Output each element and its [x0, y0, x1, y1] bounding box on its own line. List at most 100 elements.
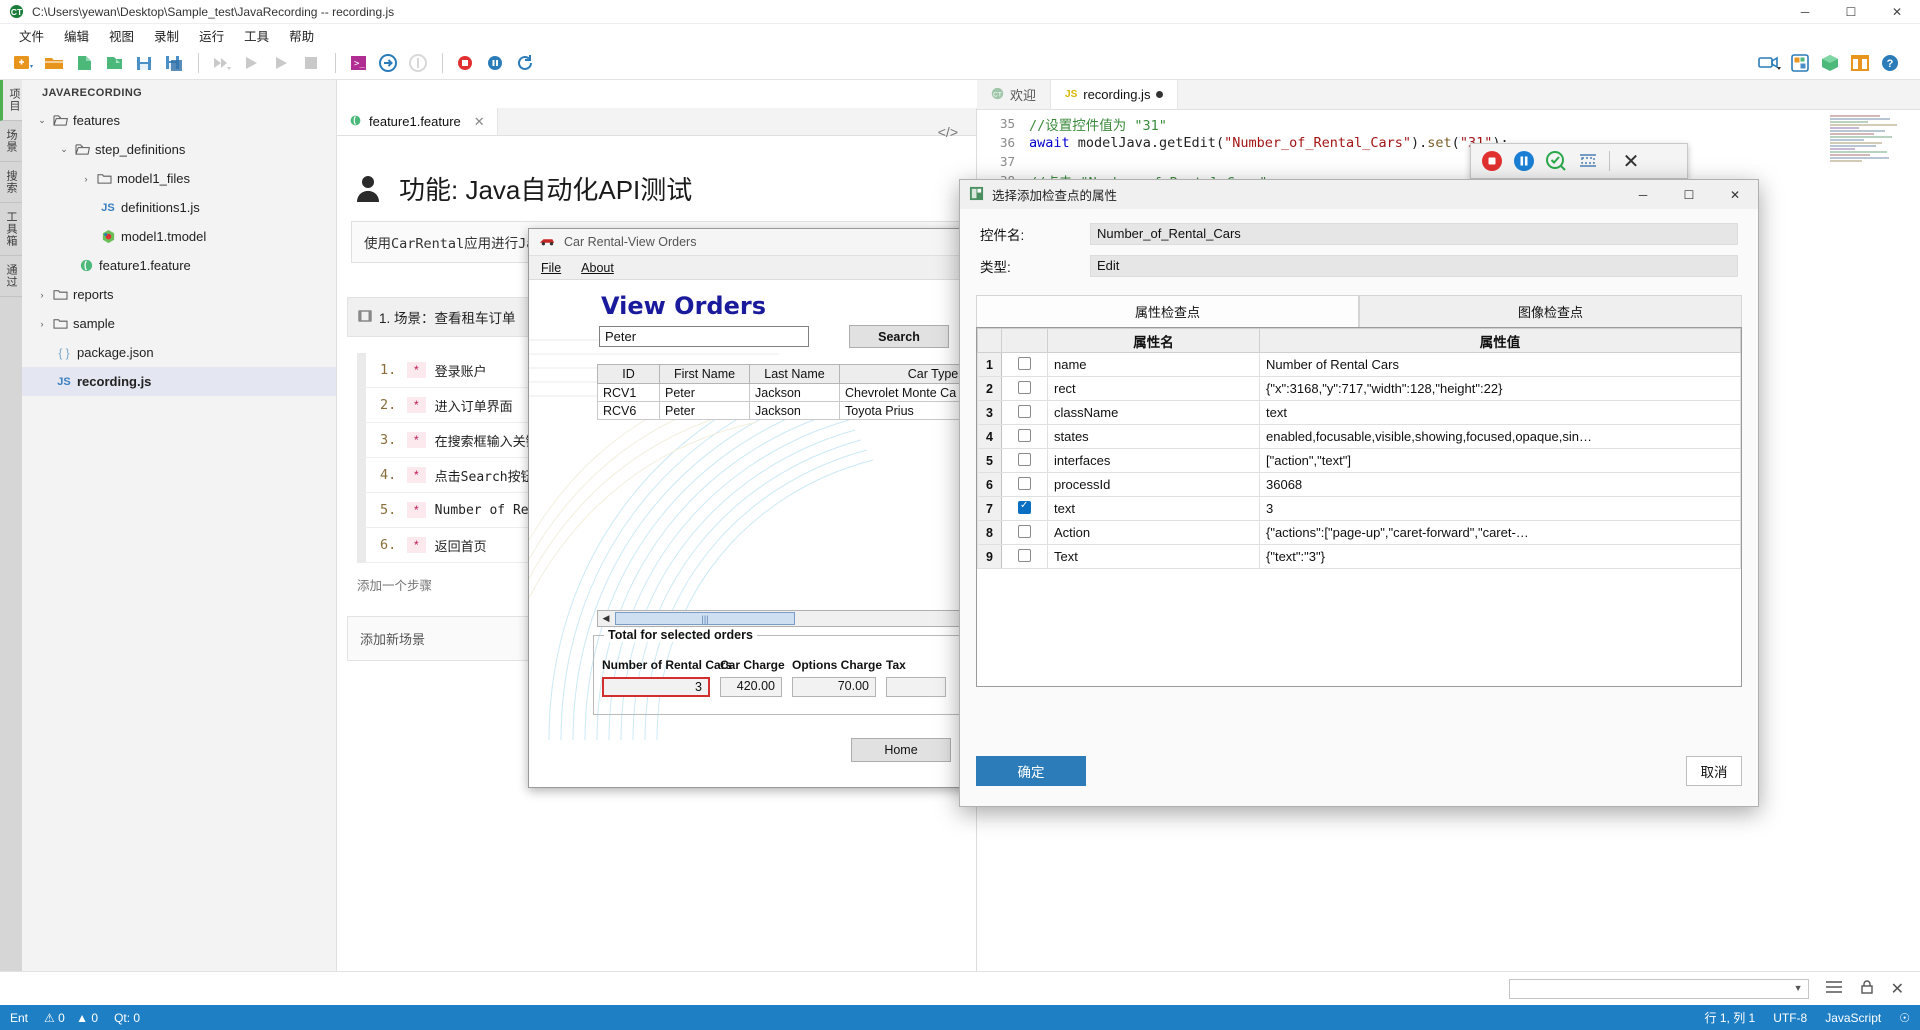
tab-image-checkpoint[interactable]: 图像检查点 [1359, 295, 1742, 327]
row-checkbox-cell[interactable] [1001, 520, 1048, 545]
code-lines[interactable]: 35 //设置控件值为 "31" 36 await modelJava.getE… [977, 110, 1920, 191]
object-spy-icon[interactable] [1786, 49, 1814, 77]
new-file-icon[interactable] [70, 49, 98, 77]
code-minimap[interactable] [1830, 114, 1914, 194]
car-menu-about[interactable]: About [581, 261, 614, 275]
field-value[interactable]: 3 [602, 677, 710, 697]
close-button[interactable]: ✕ [1874, 0, 1920, 24]
menu-view[interactable]: 视图 [100, 24, 143, 47]
checkbox-icon[interactable] [1018, 428, 1031, 442]
tree-item-feature1-feature[interactable]: feature1.feature [22, 251, 336, 280]
menu-tools[interactable]: 工具 [235, 24, 278, 47]
ok-button[interactable]: 确定 [976, 756, 1086, 786]
cancel-button[interactable]: 取消 [1686, 756, 1742, 786]
stop-record-icon[interactable] [1481, 150, 1503, 172]
open-file-icon[interactable] [100, 49, 128, 77]
save-icon[interactable] [130, 49, 158, 77]
tab-welcome[interactable]: CT 欢迎 [977, 80, 1052, 109]
menu-record[interactable]: 录制 [145, 24, 188, 47]
chevron-down-icon[interactable]: ⌄ [56, 144, 72, 155]
new-project-icon[interactable] [10, 49, 38, 77]
tree-item-model1-files[interactable]: › model1_files [22, 164, 336, 193]
step-into-icon[interactable] [374, 49, 402, 77]
car-menu-file[interactable]: File [541, 261, 561, 275]
scrollbar-thumb[interactable]: ||| [615, 612, 795, 625]
list-view-icon[interactable] [1825, 980, 1843, 997]
view-source-icon[interactable]: </> [938, 124, 958, 140]
chevron-right-icon[interactable]: › [78, 174, 94, 184]
pause-record-icon[interactable] [1513, 150, 1535, 172]
checkbox-icon[interactable] [1018, 524, 1031, 538]
tree-item-reports[interactable]: › reports [22, 280, 336, 309]
file-encoding[interactable]: UTF-8 [1773, 1011, 1807, 1025]
run-icon[interactable] [237, 49, 265, 77]
property-checkpoint-dialog[interactable]: 选择添加检查点的属性 ─ ☐ ✕ 控件名: Number_of_Rental_C… [959, 179, 1759, 807]
activity-tab-pass[interactable]: 通过 [0, 256, 22, 297]
lock-icon[interactable] [1859, 979, 1875, 998]
tab-property-checkpoint[interactable]: 属性检查点 [976, 295, 1359, 327]
language-mode[interactable]: JavaScript [1825, 1011, 1881, 1025]
row-checkbox-cell[interactable] [1001, 448, 1048, 473]
search-input[interactable] [599, 326, 809, 347]
tree-item-definitions1-js[interactable]: JS definitions1.js [22, 193, 336, 222]
row-checkbox-cell[interactable] [1001, 424, 1048, 449]
settings-circle-icon[interactable] [404, 49, 432, 77]
chevron-down-icon[interactable]: ▼ [1794, 983, 1803, 993]
minimize-button[interactable]: ─ [1782, 0, 1828, 24]
package-cube-icon[interactable] [1816, 49, 1844, 77]
close-icon[interactable]: ✕ [474, 114, 485, 130]
run-fast-icon[interactable] [207, 49, 235, 77]
debug-run-icon[interactable] [267, 49, 295, 77]
dialog-maximize-button[interactable]: ☐ [1666, 180, 1712, 209]
dialog-close-button[interactable]: ✕ [1712, 180, 1758, 209]
terminal-icon[interactable]: >_ [344, 49, 372, 77]
checkbox-icon[interactable] [1018, 548, 1031, 562]
record-stop-red-icon[interactable] [451, 49, 479, 77]
type-value[interactable]: Edit [1090, 255, 1738, 277]
row-checkbox-cell[interactable] [1001, 376, 1048, 401]
tab-feature1-feature[interactable]: feature1.feature ✕ [337, 108, 498, 135]
layout-panels-icon[interactable] [1846, 49, 1874, 77]
activity-tab-search[interactable]: 搜索 [0, 162, 22, 203]
properties-table-wrapper[interactable]: 属性名 属性值 1 name Number of Rental Cars 2 r… [976, 327, 1742, 687]
home-button[interactable]: Home [851, 738, 951, 762]
notifications-icon[interactable]: ☉ [1899, 1011, 1910, 1025]
help-icon[interactable]: ? [1876, 49, 1904, 77]
chevron-down-icon[interactable]: ⌄ [34, 115, 50, 126]
row-checkbox-cell[interactable] [1001, 352, 1048, 377]
field-value[interactable]: 70.00 [792, 677, 876, 697]
chevron-right-icon[interactable]: › [34, 290, 50, 300]
errors-indicator[interactable]: ⚠ 0 ▲ 0 [44, 1011, 98, 1025]
insert-step-icon[interactable] [1577, 150, 1599, 172]
row-checkbox-cell[interactable] [1001, 400, 1048, 425]
checkbox-icon[interactable] [1018, 380, 1031, 394]
menu-file[interactable]: 文件 [10, 24, 53, 47]
checkbox-icon[interactable] [1018, 356, 1031, 370]
activity-tab-toolbox[interactable]: 工具箱 [0, 203, 22, 256]
maximize-button[interactable]: ☐ [1828, 0, 1874, 24]
record-pause-icon[interactable] [481, 49, 509, 77]
activity-tab-scenario[interactable]: 场景 [0, 121, 22, 162]
tree-item-sample[interactable]: › sample [22, 309, 336, 338]
refresh-icon[interactable] [511, 49, 539, 77]
stop-icon[interactable] [297, 49, 325, 77]
search-button[interactable]: Search [849, 325, 949, 348]
checkbox-icon[interactable] [1018, 500, 1031, 514]
close-recorder-icon[interactable]: ✕ [1620, 150, 1642, 173]
tree-item-model1-tmodel[interactable]: model1.tmodel [22, 222, 336, 251]
open-folder-icon[interactable] [40, 49, 68, 77]
field-value[interactable]: 420.00 [720, 677, 782, 697]
cursor-position[interactable]: 行 1, 列 1 [1705, 1009, 1756, 1026]
record-camera-icon[interactable] [1756, 49, 1784, 77]
tab-recording-js[interactable]: JS recording.js [1051, 80, 1179, 109]
menu-edit[interactable]: 编辑 [55, 24, 98, 47]
encoding-mode[interactable]: Ent [10, 1011, 28, 1025]
field-value[interactable] [886, 677, 946, 697]
checkbox-icon[interactable] [1018, 452, 1031, 466]
checkbox-icon[interactable] [1018, 476, 1031, 490]
scroll-left-icon[interactable]: ◀ [598, 613, 614, 624]
dialog-minimize-button[interactable]: ─ [1620, 180, 1666, 209]
save-all-icon[interactable] [160, 49, 188, 77]
tree-item-recording-js[interactable]: JS recording.js [22, 367, 336, 396]
menu-help[interactable]: 帮助 [280, 24, 323, 47]
